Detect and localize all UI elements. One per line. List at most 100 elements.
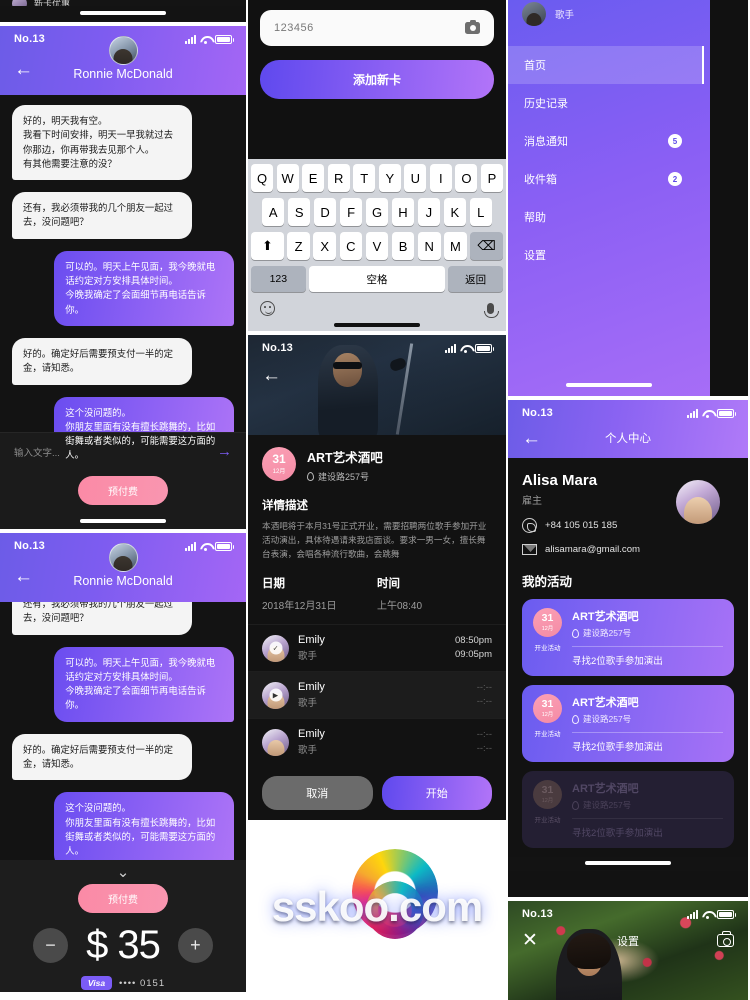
performer-role: 歌手 xyxy=(298,651,318,663)
camera-icon[interactable] xyxy=(465,19,480,34)
space-key[interactable]: 空格 xyxy=(309,266,445,292)
activity-title: ART艺术酒吧 xyxy=(572,611,639,623)
performer-name: Emily xyxy=(298,634,325,647)
card-number-field[interactable]: 123456 xyxy=(260,10,494,46)
date-value: 2018年12月31日 xyxy=(262,601,337,613)
key-q[interactable]: Q xyxy=(251,164,274,192)
collapse-sheet-chevron-down-icon[interactable]: ⌄ xyxy=(0,865,246,880)
prepay-button[interactable]: 预付费 xyxy=(78,884,168,913)
key-b[interactable]: B xyxy=(391,232,415,260)
key-m[interactable]: M xyxy=(444,232,467,260)
camera-icon[interactable] xyxy=(717,931,734,947)
numbers-key[interactable]: 123 xyxy=(251,266,306,292)
carrier-label: No.13 xyxy=(14,33,45,45)
key-f[interactable]: F xyxy=(339,198,363,226)
add-card-button[interactable]: 添加新卡 xyxy=(260,60,494,99)
key-y[interactable]: Y xyxy=(378,164,401,192)
carrier-label: No.13 xyxy=(262,342,293,354)
activity-card[interactable]: 31 12月 开业活动 ART艺术酒吧 建设路257号 寻找2位歌手参加演出 xyxy=(522,599,734,676)
carrier-label: No.13 xyxy=(522,908,553,920)
date-badge: 31 12月 xyxy=(533,608,562,637)
key-p[interactable]: P xyxy=(480,164,503,192)
performer-name: Emily xyxy=(298,728,325,741)
key-s[interactable]: S xyxy=(287,198,311,226)
back-icon[interactable]: ← xyxy=(248,361,506,387)
profile-email-row[interactable]: alisamara@gmail.com xyxy=(522,544,734,555)
sidebar-item-inbox[interactable]: 收件箱 2 xyxy=(508,160,704,198)
key-h[interactable]: H xyxy=(391,198,415,226)
key-k[interactable]: K xyxy=(443,198,467,226)
backspace-key-icon[interactable]: ⌫ xyxy=(470,232,503,260)
wifi-icon xyxy=(460,344,471,353)
sidebar-item-settings[interactable]: 设置 xyxy=(508,236,704,274)
microphone-icon[interactable] xyxy=(484,303,499,318)
key-n[interactable]: N xyxy=(417,232,441,260)
avatar[interactable] xyxy=(676,480,720,524)
activity-card[interactable]: 31 12月 开业活动 ART艺术酒吧 建设路257号 寻找2位歌手参加演出 xyxy=(522,771,734,848)
cancel-button[interactable]: 取消 xyxy=(262,776,373,811)
battery-icon xyxy=(717,408,736,418)
shift-key-icon[interactable]: ⬆ xyxy=(251,232,284,260)
description-title: 详情描述 xyxy=(262,500,308,512)
key-w[interactable]: W xyxy=(276,164,299,192)
sidebar-item-help[interactable]: 帮助 xyxy=(508,198,704,236)
key-r[interactable]: R xyxy=(327,164,350,192)
chat-header: No.13 ← Ronnie McDonald xyxy=(0,533,246,602)
time-label: 时间 xyxy=(377,578,400,591)
card-number-input[interactable]: 123456 xyxy=(274,22,314,34)
card-number: •••• 0151 xyxy=(119,977,166,989)
sidebar-item-notifications[interactable]: 消息通知 5 xyxy=(508,122,704,160)
play-icon[interactable]: ▶ xyxy=(269,688,282,702)
key-j[interactable]: J xyxy=(417,198,441,226)
chat-nav: ← Ronnie McDonald xyxy=(0,36,246,86)
start-button[interactable]: 开始 xyxy=(381,776,492,811)
date-badge-day: 31 xyxy=(272,452,286,466)
chat-message-list[interactable]: 还有，我必须带我的几个朋友一起过去，没问题吧？ 可以的。明天上午见面，我今晚就电… xyxy=(0,602,246,860)
wifi-icon xyxy=(200,35,211,44)
drawer-scrim[interactable] xyxy=(710,0,748,396)
decrease-button[interactable]: − xyxy=(33,928,69,963)
key-t[interactable]: T xyxy=(353,164,376,192)
key-l[interactable]: L xyxy=(469,198,492,226)
increase-button[interactable]: + xyxy=(177,928,213,963)
key-x[interactable]: X xyxy=(313,232,337,260)
camera-viewfinder[interactable]: No.13 ✕ 设置 xyxy=(508,901,748,1000)
sidebar-item-label: 历史记录 xyxy=(524,98,568,110)
key-v[interactable]: V xyxy=(365,232,389,260)
key-a[interactable]: A xyxy=(262,198,285,226)
status-icons xyxy=(687,909,736,919)
key-u[interactable]: U xyxy=(404,164,427,192)
chat-person-name: Ronnie McDonald xyxy=(73,574,173,588)
sidebar-item-label: 设置 xyxy=(524,250,546,262)
prepay-button[interactable]: 预付费 xyxy=(78,476,168,505)
key-e[interactable]: E xyxy=(302,164,325,192)
back-icon[interactable]: ← xyxy=(14,60,33,79)
fragment-card-promo: 新卡优惠 xyxy=(0,0,246,22)
key-c[interactable]: C xyxy=(339,232,363,260)
key-d[interactable]: D xyxy=(313,198,337,226)
sidebar-item-home[interactable]: 首页 xyxy=(508,46,704,84)
date-badge-day: 31 xyxy=(541,611,554,624)
activity-subtitle: 寻找2位歌手参加演出 xyxy=(572,742,663,753)
keyboard[interactable]: Q W E R T Y U I O P A S D F G H J K L ⬆ … xyxy=(248,159,506,318)
key-z[interactable]: Z xyxy=(287,232,310,260)
key-g[interactable]: G xyxy=(365,198,389,226)
activity-card-list: 31 12月 开业活动 ART艺术酒吧 建设路257号 寻找2位歌手参加演出 3… xyxy=(522,590,734,848)
profile-identity: Alisa Mara 雇主 xyxy=(522,472,734,524)
key-i[interactable]: I xyxy=(429,164,452,192)
back-icon[interactable]: ← xyxy=(14,567,33,586)
key-o[interactable]: O xyxy=(455,164,478,192)
signal-icon xyxy=(687,909,698,919)
activity-card[interactable]: 31 12月 开业活动 ART艺术酒吧 建设路257号 寻找2位歌手参加演出 xyxy=(522,685,734,762)
list-item[interactable]: ✓ Emily 歌手 08:50pm 09:05pm xyxy=(248,624,506,671)
sidebar-item-history[interactable]: 历史记录 xyxy=(508,84,704,122)
selected-card[interactable]: Visa •••• 0151 xyxy=(0,968,246,992)
list-item[interactable]: Emily 歌手 --:-- --:-- xyxy=(248,718,506,765)
date-column: 日期 2018年12月31日 xyxy=(262,575,377,612)
chat-message-list[interactable]: 好的，明天我有空。 我看下时间安排，明天一早我就过去你那边，你再带我去见那个人。… xyxy=(0,95,246,472)
emoji-icon[interactable] xyxy=(260,301,275,316)
return-key[interactable]: 返回 xyxy=(448,266,503,292)
send-icon[interactable]: → xyxy=(217,443,232,460)
list-item[interactable]: ▶ Emily 歌手 --:-- --:-- xyxy=(248,671,506,719)
message-input[interactable]: 输入文字... xyxy=(14,445,209,459)
